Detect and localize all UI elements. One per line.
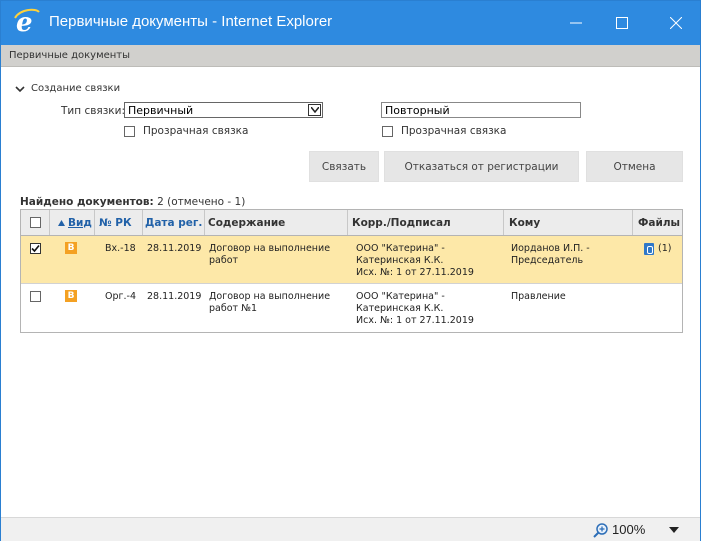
svg-text:e: e — [16, 8, 33, 36]
table-row[interactable]: В Орг.-4 28.11.2019 Договор на выполнени… — [21, 284, 682, 332]
maximize-button[interactable] — [599, 1, 645, 45]
title-bar: e Первичные документы - Internet Explore… — [1, 1, 700, 45]
row-corr-line-2: Катеринская К.К. — [356, 255, 444, 266]
header-rk[interactable]: № РК — [95, 210, 143, 235]
row-content-line-2: работ — [209, 255, 239, 266]
link-type-select[interactable]: Первичный — [124, 102, 323, 118]
page-header-title: Первичные документы — [9, 50, 131, 61]
row-corr-line-3: Исх. №: 1 от 27.11.2019 — [356, 267, 474, 278]
row-content[interactable]: Договор на выполнение работ №1 — [209, 291, 330, 315]
check-icon — [31, 244, 40, 253]
minimize-button[interactable] — [553, 1, 599, 45]
row-date: 28.11.2019 — [147, 243, 202, 254]
browser-window: e Первичные документы - Internet Explore… — [0, 0, 701, 541]
zoom-level[interactable]: 100% — [612, 522, 645, 537]
link-type-value: Первичный — [128, 104, 194, 117]
page-header: Первичные документы — [1, 45, 700, 67]
found-label: Найдено документов: — [20, 196, 154, 208]
close-button[interactable] — [653, 1, 699, 45]
row-to-line-1: Правление — [511, 291, 566, 302]
minimize-icon — [570, 22, 582, 24]
chevron-down-icon — [310, 107, 319, 113]
close-icon — [670, 17, 682, 29]
zoom-dropdown-icon[interactable] — [669, 527, 679, 533]
doc-type-badge: В — [65, 242, 77, 254]
link-type-label: Тип связки: — [61, 105, 126, 117]
section-title: Создание связки — [31, 83, 121, 94]
row-checkbox[interactable] — [30, 291, 41, 302]
row-corr-line-1: ООО "Катерина" - — [356, 243, 445, 254]
found-count: 2 (отмечено - 1) — [157, 196, 246, 208]
row-content-line-2: работ №1 — [209, 303, 258, 314]
row-to-line-1: Иорданов И.П. - — [511, 243, 590, 254]
header-type-sort[interactable]: Вид — [50, 210, 95, 235]
repeat-type-input[interactable] — [381, 102, 581, 118]
row-corr-line-2: Катеринская К.К. — [356, 303, 444, 314]
row-rk: Орг.-4 — [105, 291, 136, 302]
row-date: 28.11.2019 — [147, 291, 202, 302]
decline-registration-button[interactable]: Отказаться от регистрации — [384, 151, 579, 182]
row-to-line-2: Председатель — [511, 255, 584, 266]
row-corr: ООО "Катерина" - Катеринская К.К. Исх. №… — [356, 291, 474, 327]
chevron-down-icon — [15, 85, 25, 92]
doc-type-badge: В — [65, 290, 77, 302]
row-corr-line-1: ООО "Катерина" - — [356, 291, 445, 302]
row-to: Правление — [511, 291, 566, 303]
header-files[interactable]: Файлы — [633, 210, 683, 235]
transparent-link-checkbox-1[interactable] — [124, 126, 135, 137]
select-all-checkbox[interactable] — [29, 217, 41, 228]
window-title: Первичные документы - Internet Explorer — [49, 13, 333, 30]
header-content[interactable]: Содержание — [205, 210, 348, 235]
select-dropdown-button[interactable] — [308, 104, 321, 116]
zoom-icon[interactable] — [593, 522, 609, 538]
header-corr[interactable]: Корр./Подписал — [348, 210, 504, 235]
section-create-link-toggle[interactable]: Создание связки — [15, 83, 120, 94]
row-content[interactable]: Договор на выполнение работ — [209, 243, 330, 267]
table-header: Вид № РК Дата рег. Содержание Корр./Подп… — [21, 210, 682, 236]
link-button[interactable]: Связать — [309, 151, 379, 182]
internet-explorer-icon: e — [14, 8, 40, 36]
row-corr: ООО "Катерина" - Катеринская К.К. Исх. №… — [356, 243, 474, 279]
maximize-icon — [616, 17, 628, 29]
row-corr-line-3: Исх. №: 1 от 27.11.2019 — [356, 315, 474, 326]
header-select-cell — [21, 210, 50, 235]
status-bar: 100% — [1, 517, 700, 541]
row-checkbox[interactable] — [30, 243, 41, 254]
transparent-link-label-2: Прозрачная связка — [401, 125, 507, 137]
header-type-label: Вид — [68, 216, 92, 229]
cancel-button[interactable]: Отмена — [586, 151, 683, 182]
table-row[interactable]: В Вх.-18 28.11.2019 Договор на выполнени… — [21, 236, 682, 284]
header-to[interactable]: Кому — [504, 210, 633, 235]
transparent-link-label-1: Прозрачная связка — [143, 125, 249, 137]
transparent-link-checkbox-2[interactable] — [382, 126, 393, 137]
found-documents-summary: Найдено документов: 2 (отмечено - 1) — [20, 196, 245, 208]
row-content-line-1: Договор на выполнение — [209, 291, 331, 302]
row-rk: Вх.-18 — [105, 243, 136, 254]
row-to: Иорданов И.П. - Председатель — [511, 243, 590, 267]
header-date[interactable]: Дата рег. — [143, 210, 205, 235]
sort-asc-icon — [58, 219, 65, 226]
file-attachment-icon[interactable] — [644, 243, 654, 255]
documents-table: Вид № РК Дата рег. Содержание Корр./Подп… — [20, 209, 683, 333]
row-content-line-1: Договор на выполнение — [209, 243, 331, 254]
row-files-count[interactable]: (1) — [658, 243, 671, 255]
